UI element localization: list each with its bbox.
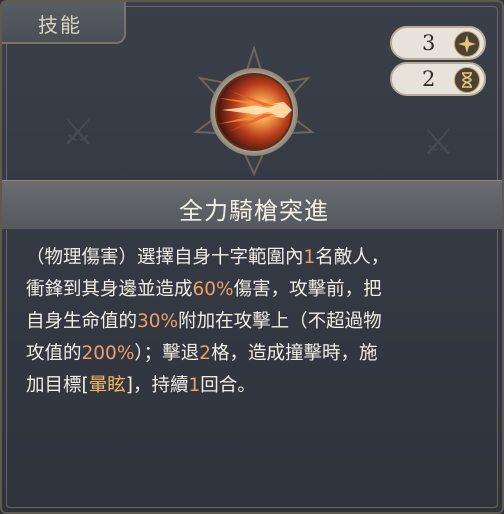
skill-cooldown-badge: 2 [390, 62, 486, 96]
skill-card: 技能 ⚔ ⚔ 3 2 全力騎槍突進 （物理傷害）選擇自身十字範圍內1名敵人， 衝… [0, 0, 504, 514]
tab-label: 技能 [38, 13, 82, 37]
description-text: ]，持續 [125, 375, 189, 396]
description-text: ）；擊退 [134, 343, 200, 364]
lance-charge-icon [193, 46, 315, 177]
status-keyword: 暈眩 [88, 375, 126, 396]
description-text: 傷害，攻擊前，把 [233, 279, 382, 300]
description-line: （物理傷害）選擇自身十字範圍內1名敵人， [26, 242, 486, 274]
description-text: 名敵人， [315, 247, 390, 268]
description-text: 格，造成撞擊時，施 [210, 343, 378, 364]
skill-cost-badge: 3 [390, 26, 486, 60]
value-highlight: 200% [81, 343, 135, 364]
value-highlight: 30% [137, 311, 179, 332]
description-text: 自身生命值的 [26, 311, 138, 332]
description-text: 衝鋒到其身邊並造成 [26, 279, 193, 300]
value-highlight: 1 [303, 247, 316, 268]
value-highlight: 1 [188, 375, 201, 396]
value-highlight: 2 [199, 343, 211, 364]
skill-description: （物理傷害）選擇自身十字範圍內1名敵人， 衝鋒到其身邊並造成60%傷害，攻擊前，把… [26, 242, 486, 402]
skill-cooldown-value: 2 [422, 67, 436, 91]
description-text: 加目標[ [26, 375, 89, 396]
skill-name: 全力騎槍突進 [179, 197, 329, 225]
description-text: 攻值的 [26, 343, 82, 364]
background-ornament: ⚔ [422, 122, 455, 163]
hourglass-icon [454, 67, 480, 93]
skill-tab[interactable]: 技能 [2, 2, 126, 44]
skill-cost-value: 3 [422, 31, 436, 55]
value-highlight: 60% [192, 279, 234, 300]
description-line: 自身生命值的30%附加在攻擊上（不超過物 [26, 306, 486, 338]
description-line: 衝鋒到其身邊並造成60%傷害，攻擊前，把 [26, 274, 486, 306]
description-text: 回合。 [200, 375, 256, 396]
description-line: 加目標[暈眩]，持續1回合。 [26, 370, 486, 402]
star-icon [454, 31, 480, 57]
background-ornament: ⚔ [62, 112, 95, 153]
skill-name-banner: 全力騎槍突進 [2, 180, 502, 230]
description-text: （物理傷害）選擇自身十字範圍內 [26, 247, 304, 268]
description-text: 附加在攻擊上（不超過物 [178, 311, 382, 332]
description-line: 攻值的200%）；擊退2格，造成撞擊時，施 [26, 338, 486, 370]
